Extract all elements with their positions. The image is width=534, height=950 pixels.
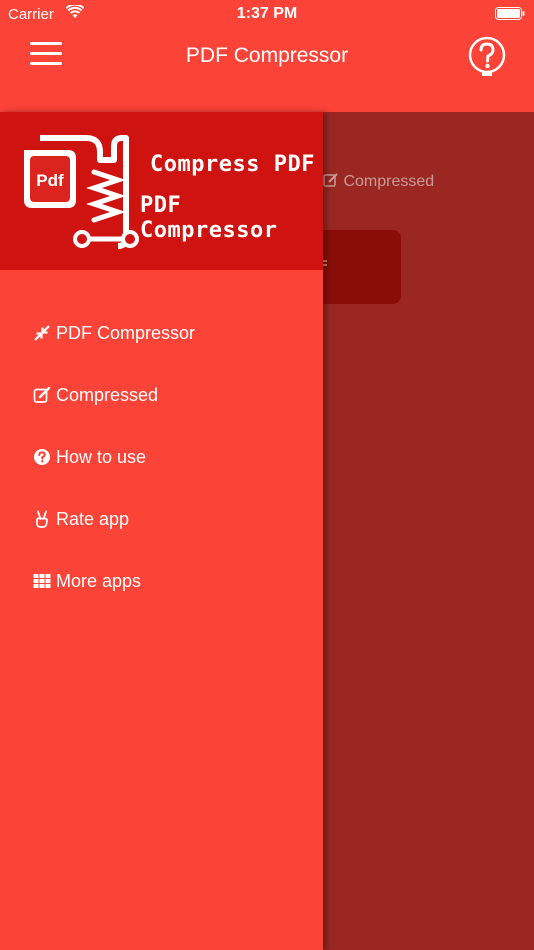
menu-item-label: Compressed bbox=[56, 384, 159, 405]
tab-compressed-label: Compressed bbox=[343, 173, 435, 190]
menu-item-pdf-compressor[interactable]: PDF Compressor bbox=[0, 302, 323, 364]
menu-item-label: PDF Compressor bbox=[56, 322, 196, 343]
grid-icon bbox=[33, 574, 51, 588]
logo-title-line2: PDF Compressor bbox=[140, 193, 278, 243]
status-time: 1:37 PM bbox=[236, 5, 298, 22]
edit-icon bbox=[323, 173, 338, 187]
edit-icon bbox=[33, 386, 51, 403]
menu-item-label: More apps bbox=[56, 570, 142, 591]
compress-arrows-icon bbox=[34, 325, 50, 341]
question-circle-icon bbox=[34, 449, 50, 465]
victory-hand-icon bbox=[36, 510, 48, 528]
menu-item-how-to-use[interactable]: How to use bbox=[0, 426, 323, 488]
drawer-header: Pdf Compress PDF PDF Compressor bbox=[0, 112, 323, 270]
status-bar: Carrier 1:37 PM bbox=[0, 0, 534, 28]
logo-title-line1: Compress PDF bbox=[150, 152, 315, 177]
drawer-menu: PDF Compressor Compressed How to use Rat… bbox=[0, 302, 323, 612]
battery-icon bbox=[495, 7, 525, 20]
side-drawer: Pdf Compress PDF PDF Compressor PDF Comp… bbox=[0, 112, 323, 950]
nav-bar: PDF Compressor bbox=[0, 28, 534, 112]
pdf-compress-logo-icon: Pdf bbox=[24, 135, 139, 249]
logo-badge-text: Pdf bbox=[36, 171, 64, 190]
page-title: PDF Compressor bbox=[185, 44, 349, 67]
menu-item-label: Rate app bbox=[56, 508, 130, 529]
menu-item-more-apps[interactable]: More apps bbox=[0, 550, 323, 612]
menu-item-rate-app[interactable]: Rate app bbox=[0, 488, 323, 550]
question-circle-icon[interactable] bbox=[466, 36, 508, 80]
tab-compressed[interactable]: Compressed bbox=[323, 173, 434, 191]
menu-item-label: How to use bbox=[56, 446, 147, 467]
menu-item-compressed[interactable]: Compressed bbox=[0, 364, 323, 426]
